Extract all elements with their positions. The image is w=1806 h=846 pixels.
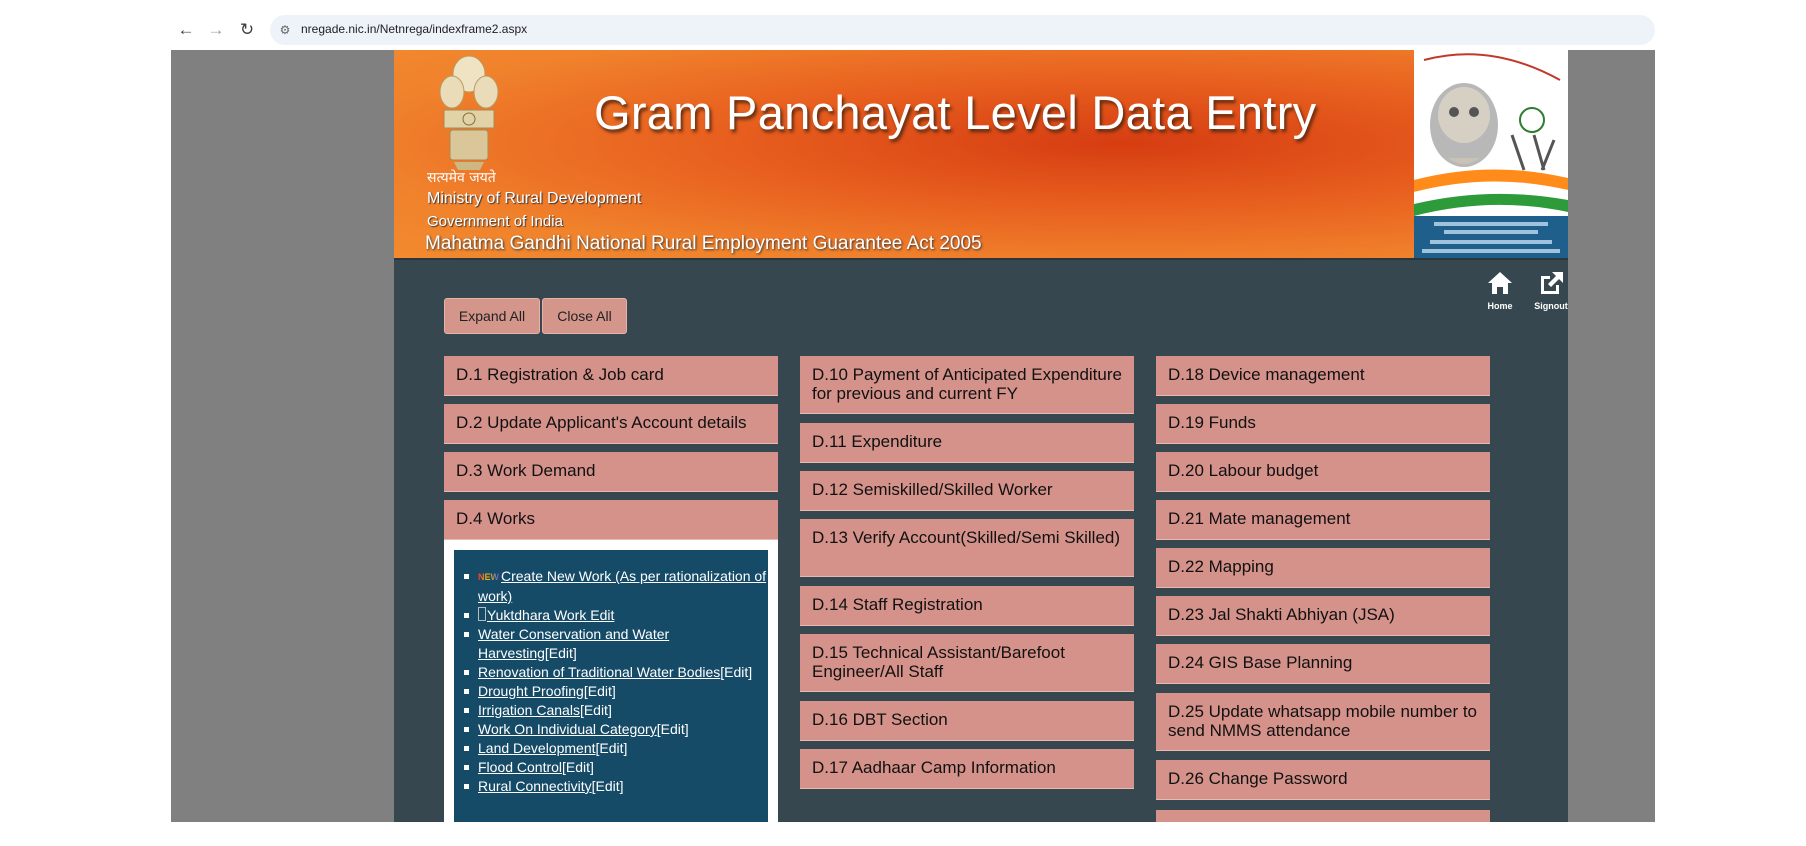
individual-category-link[interactable]: Work On Individual Category <box>478 721 657 737</box>
site-info-icon[interactable]: ⚙ <box>276 21 294 39</box>
drought-proofing-link[interactable]: Drought Proofing <box>478 683 584 699</box>
menu-item-d19[interactable]: D.19 Funds <box>1156 404 1490 444</box>
edit-link[interactable]: [Edit] <box>596 740 628 756</box>
yuktdhara-work-edit-link[interactable]: Yuktdhara Work Edit <box>487 607 614 623</box>
menu-item-d23[interactable]: D.23 Jal Shakti Abhiyan (JSA) <box>1156 596 1490 636</box>
renovation-water-bodies-link[interactable]: Renovation of Traditional Water Bodies <box>478 664 720 680</box>
toolbar-divider <box>394 258 1568 260</box>
list-item: Yuktdhara Work Edit <box>462 606 768 625</box>
page-viewport: सत्यमेव जयते Ministry of Rural Developme… <box>171 50 1655 822</box>
signout-link[interactable]: Signout <box>1530 270 1572 314</box>
edit-link[interactable]: [Edit] <box>584 683 616 699</box>
ministry-name: Ministry of Rural Development <box>427 190 642 207</box>
national-emblem-icon <box>439 55 499 170</box>
page-title: Gram Panchayat Level Data Entry <box>594 86 1317 139</box>
menu-item-d10[interactable]: D.10 Payment of Anticipated Expenditure … <box>800 356 1134 414</box>
signout-label: Signout <box>1534 301 1568 311</box>
edit-link[interactable]: [Edit] <box>720 664 752 680</box>
menu-item-d11[interactable]: D.11 Expenditure <box>800 423 1134 463</box>
edit-link[interactable]: [Edit] <box>592 778 624 794</box>
menu-item-d13[interactable]: D.13 Verify Account(Skilled/Semi Skilled… <box>800 519 1134 577</box>
menu-item-d21[interactable]: D.21 Mate management <box>1156 500 1490 540</box>
gandhi-logo-icon <box>1414 50 1568 258</box>
new-badge-icon: NEW <box>478 568 499 587</box>
back-arrow-icon[interactable]: ← <box>173 17 199 43</box>
list-item: Work On Individual Category[Edit] <box>462 720 768 739</box>
menu-item-d4[interactable]: D.4 Works <box>444 500 778 540</box>
expand-all-button[interactable]: Expand All <box>444 298 540 334</box>
broken-image-icon <box>478 606 486 621</box>
works-submenu-panel: NEW Create New Work (As per rationalizati… <box>444 540 778 822</box>
menu-item-d3[interactable]: D.3 Work Demand <box>444 452 778 492</box>
list-item: Water Conservation and Water Harvesting[… <box>462 625 768 663</box>
edit-link[interactable]: [Edit] <box>657 721 689 737</box>
edit-link[interactable]: [Edit] <box>545 645 577 661</box>
external-link-icon <box>1541 272 1563 294</box>
edit-link[interactable]: [Edit] <box>580 702 612 718</box>
page-container: सत्यमेव जयते Ministry of Rural Developme… <box>394 50 1568 822</box>
list-item: Land Development[Edit] <box>462 739 768 758</box>
menu-item-d2[interactable]: D.2 Update Applicant's Account details <box>444 404 778 444</box>
url-text[interactable]: nregade.nic.in/Netnrega/indexframe2.aspx <box>301 22 527 36</box>
reload-icon[interactable]: ↻ <box>234 17 260 43</box>
mgnrega-logo <box>1414 50 1568 258</box>
menu-item-d26[interactable]: D.26 Change Password <box>1156 760 1490 800</box>
menu-item-d17[interactable]: D.17 Aadhaar Camp Information <box>800 749 1134 789</box>
government-name: Government of India <box>427 213 563 230</box>
forward-arrow-icon[interactable]: → <box>203 17 229 43</box>
menu-item-d1[interactable]: D.1 Registration & Job card <box>444 356 778 396</box>
create-new-work-link[interactable]: Create New Work (As per rationalization … <box>478 568 766 604</box>
menu-item-d20[interactable]: D.20 Labour budget <box>1156 452 1490 492</box>
land-development-link[interactable]: Land Development <box>478 740 596 756</box>
menu-item-d14[interactable]: D.14 Staff Registration <box>800 586 1134 626</box>
menu-item-d25[interactable]: D.25 Update whatsapp mobile number to se… <box>1156 693 1490 751</box>
menu-item-d24[interactable]: D.24 GIS Base Planning <box>1156 644 1490 684</box>
edit-link[interactable]: [Edit] <box>562 759 594 775</box>
home-link[interactable]: Home <box>1479 270 1521 314</box>
list-item: Drought Proofing[Edit] <box>462 682 768 701</box>
menu-item-d18[interactable]: D.18 Device management <box>1156 356 1490 396</box>
menu-item-partial[interactable] <box>1156 810 1490 822</box>
list-item: Irrigation Canals[Edit] <box>462 701 768 720</box>
flood-control-link[interactable]: Flood Control <box>478 759 562 775</box>
list-item: Flood Control[Edit] <box>462 758 768 777</box>
menu-item-d22[interactable]: D.22 Mapping <box>1156 548 1490 588</box>
menu-item-d15[interactable]: D.15 Technical Assistant/Barefoot Engine… <box>800 634 1134 692</box>
home-icon <box>1488 272 1512 294</box>
rural-connectivity-link[interactable]: Rural Connectivity <box>478 778 592 794</box>
header-banner: सत्यमेव जयते Ministry of Rural Developme… <box>394 50 1568 258</box>
menu-item-d16[interactable]: D.16 DBT Section <box>800 701 1134 741</box>
list-item: Rural Connectivity[Edit] <box>462 777 768 796</box>
close-all-button[interactable]: Close All <box>542 298 627 334</box>
home-label: Home <box>1487 301 1513 311</box>
act-name: Mahatma Gandhi National Rural Employment… <box>425 233 982 254</box>
emblem-motto: सत्यमेव जयते <box>427 170 496 186</box>
works-submenu: NEW Create New Work (As per rationalizati… <box>454 550 768 822</box>
list-item: Renovation of Traditional Water Bodies[E… <box>462 663 768 682</box>
list-item: NEW Create New Work (As per rationalizati… <box>462 567 768 606</box>
menu-item-d12[interactable]: D.12 Semiskilled/Skilled Worker <box>800 471 1134 511</box>
irrigation-canals-link[interactable]: Irrigation Canals <box>478 702 580 718</box>
